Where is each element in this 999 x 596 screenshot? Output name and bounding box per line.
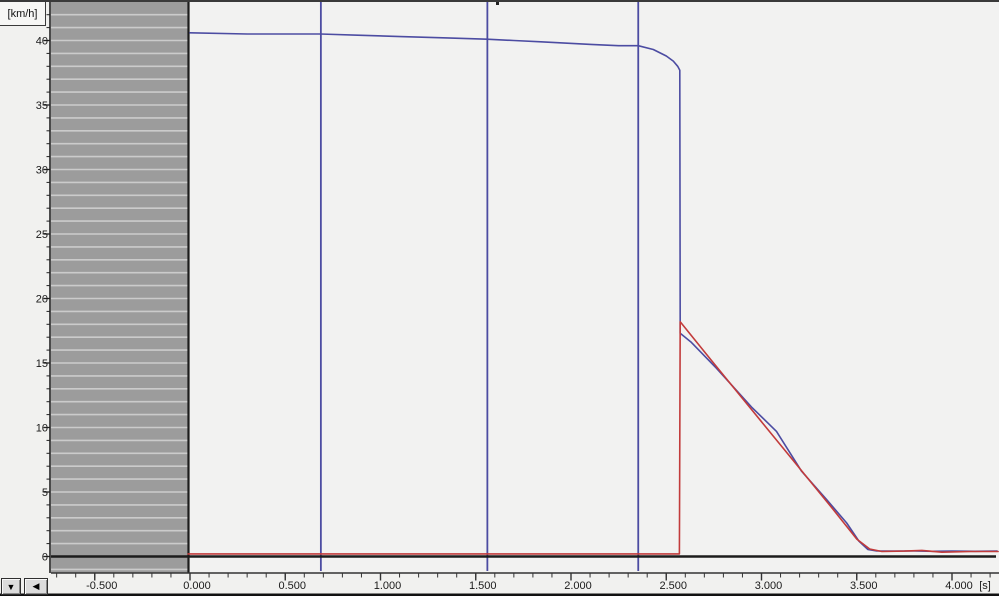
x-tick-label: 0.000 <box>183 580 211 592</box>
arrow-down-icon: ▼ <box>6 581 16 592</box>
x-tick-label: 1.000 <box>374 580 402 592</box>
scroll-down-button[interactable]: ▼ <box>1 578 21 595</box>
x-tick-label: 0.500 <box>278 580 306 592</box>
y-tick-label: 30 <box>36 165 48 177</box>
scroll-left-button[interactable]: ◀ <box>24 578 48 595</box>
y-tick-label: 10 <box>36 423 48 435</box>
top-center-tick <box>496 2 499 5</box>
x-tick-label: -0.500 <box>86 580 117 592</box>
y-tick-label: 40 <box>36 36 48 48</box>
x-tick-label: 2.000 <box>564 580 592 592</box>
y-tick-label: 15 <box>36 358 48 370</box>
x-tick-label: 1.500 <box>469 580 497 592</box>
pretrigger-band <box>50 2 189 573</box>
y-axis-unit-box: [km/h] <box>0 0 46 26</box>
x-tick-label: 3.000 <box>755 580 783 592</box>
y-tick-label: 20 <box>36 294 48 306</box>
arrow-left-icon: ◀ <box>32 581 40 591</box>
x-tick-label: 2.500 <box>659 580 687 592</box>
y-axis-unit-label: [km/h] <box>7 7 38 20</box>
y-tick-label: 5 <box>42 487 48 499</box>
plot-area <box>50 2 999 573</box>
speed-time-chart: 0 5 10 15 20 25 30 35 40 -0.500 0.000 0.500 1.000 1.5… <box>0 0 999 596</box>
x-axis-unit-label: [s] <box>979 580 991 592</box>
measurement-chart-window: 0 5 10 15 20 25 30 35 40 -0.500 0.000 0.500 1.000 1.5… <box>0 0 999 596</box>
y-tick-label: 35 <box>36 100 48 112</box>
x-tick-label: 3.500 <box>850 580 878 592</box>
x-tick-label: 4.000 <box>945 580 973 592</box>
y-tick-label: 25 <box>36 229 48 241</box>
top-border <box>0 0 999 2</box>
y-tick-label: 0 <box>42 552 48 564</box>
